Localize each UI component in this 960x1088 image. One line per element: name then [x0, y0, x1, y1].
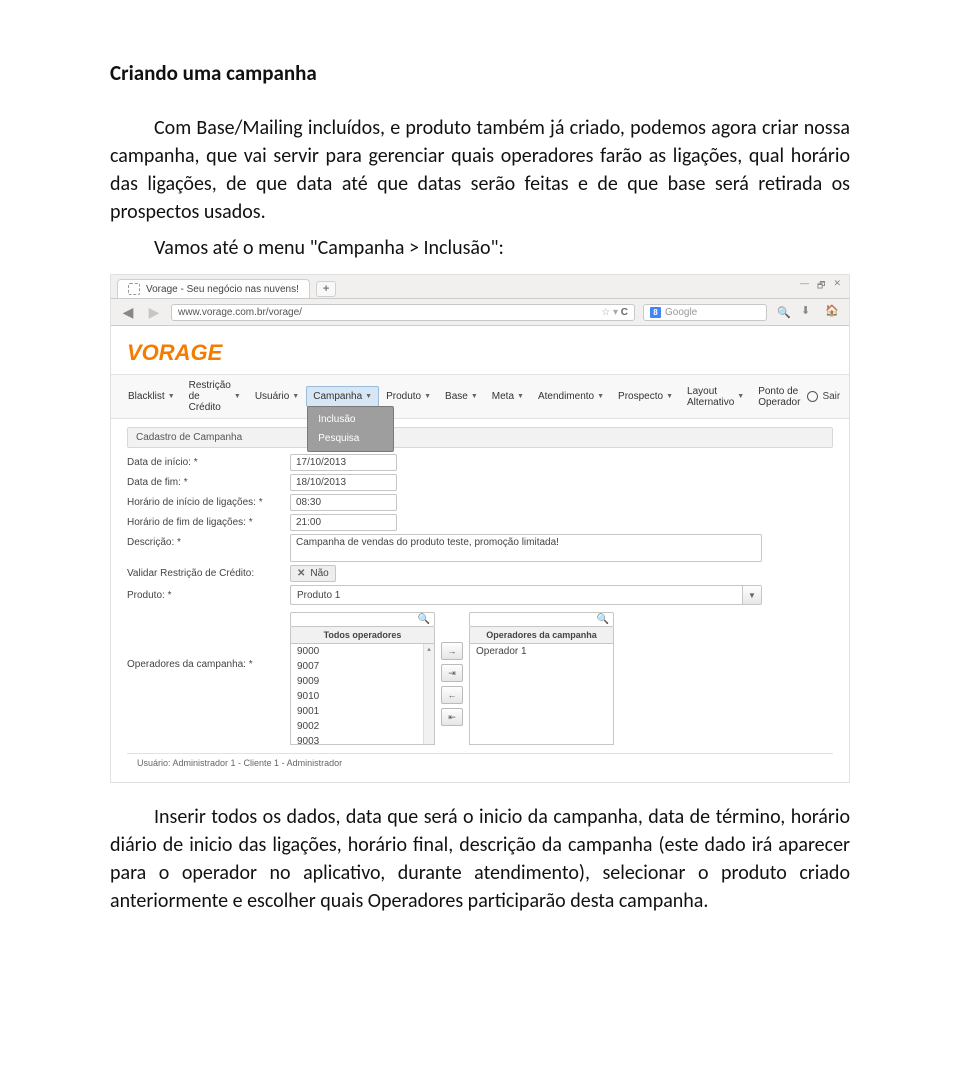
list-item[interactable]: 9002: [291, 719, 434, 734]
label-h-fim: Horário de fim de ligações: *: [127, 517, 282, 528]
menu-base[interactable]: Base▼: [438, 386, 485, 407]
submenu-inclusao[interactable]: Inclusão: [308, 410, 393, 429]
menu-layout[interactable]: Layout Alternativo▼: [680, 381, 751, 413]
search-box[interactable]: 8 Google: [643, 304, 767, 321]
browser-urlbar: ◀ ▶ www.vorage.com.br/vorage/ ☆ ▾ C 8 Go…: [111, 299, 849, 326]
menu-usuario[interactable]: Usuário▼: [248, 386, 306, 407]
address-bar[interactable]: www.vorage.com.br/vorage/ ☆ ▾ C: [171, 304, 635, 321]
search-icon[interactable]: 🔍: [775, 303, 793, 321]
list-item[interactable]: 9009: [291, 674, 434, 689]
menu-ponto[interactable]: Ponto de Operador: [751, 381, 807, 413]
label-operadores: Operadores da campanha: *: [127, 656, 282, 670]
label-produto: Produto: *: [127, 590, 282, 601]
input-data-fim[interactable]: 18/10/2013: [290, 474, 397, 491]
move-all-left-button[interactable]: ⇤: [441, 708, 463, 726]
menu-produto[interactable]: Produto▼: [379, 386, 438, 407]
menu-prospecto[interactable]: Prospecto▼: [611, 386, 680, 407]
page-icon: [128, 283, 140, 295]
new-tab-button[interactable]: +: [316, 281, 336, 297]
x-icon: ✕: [297, 568, 305, 579]
label-inicio: Data de início: *: [127, 457, 282, 468]
submenu-pesquisa[interactable]: Pesquisa: [308, 429, 393, 448]
back-icon[interactable]: ◀: [119, 303, 137, 321]
submenu-campanha: Inclusão Pesquisa: [307, 406, 394, 452]
scrollbar[interactable]: ▴: [423, 644, 434, 744]
app-logo: VORAGE: [111, 326, 849, 374]
sel-ops-header: Operadores da campanha: [469, 627, 614, 644]
move-right-button[interactable]: →: [441, 642, 463, 660]
list-all-operadores: 🔍 Todos operadores 9000 9007 9009 9010 9…: [290, 612, 435, 745]
forward-icon[interactable]: ▶: [145, 303, 163, 321]
input-data-inicio[interactable]: 17/10/2013: [290, 454, 397, 471]
search-icon: 🔍: [597, 614, 609, 625]
list-item[interactable]: 9003: [291, 734, 434, 745]
menu-sair[interactable]: Sair: [807, 391, 840, 402]
list-item[interactable]: 9010: [291, 689, 434, 704]
form-panel: Cadastro de Campanha Data de início: * 17…: [111, 419, 849, 782]
google-icon: 8: [650, 307, 661, 318]
status-bar: Usuário: Administrador 1 - Cliente 1 - A…: [127, 753, 833, 772]
label-descricao: Descrição: *: [127, 534, 282, 548]
search-all-ops[interactable]: 🔍: [290, 612, 435, 627]
menu-blacklist[interactable]: Blacklist▼: [121, 386, 182, 407]
download-icon[interactable]: ⬇: [801, 304, 817, 320]
paragraph-2: Vamos até o menu "Campanha > Inclusão":: [110, 234, 850, 262]
browser-tabbar: Vorage - Seu negócio nas nuvens! + — 🗗 ✕: [111, 275, 849, 299]
minimize-icon[interactable]: —: [800, 278, 809, 294]
power-icon: [807, 391, 818, 402]
paragraph-3: Inserir todos os dados, data que será o …: [110, 803, 850, 915]
tab-title: Vorage - Seu negócio nas nuvens!: [146, 284, 299, 295]
url-text: www.vorage.com.br/vorage/: [178, 307, 302, 318]
browser-tab[interactable]: Vorage - Seu negócio nas nuvens!: [117, 279, 310, 298]
input-horario-fim[interactable]: 21:00: [290, 514, 397, 531]
home-icon[interactable]: 🏠: [825, 304, 841, 320]
list-item[interactable]: 9000: [291, 644, 434, 659]
browser-screenshot: Vorage - Seu negócio nas nuvens! + — 🗗 ✕…: [110, 274, 850, 783]
list-selected-operadores: 🔍 Operadores da campanha Operador 1: [469, 612, 614, 745]
all-ops-header: Todos operadores: [290, 627, 435, 644]
toggle-restricao[interactable]: ✕Não: [290, 565, 336, 582]
label-h-inicio: Horário de início de ligações: *: [127, 497, 282, 508]
move-left-button[interactable]: ←: [441, 686, 463, 704]
label-restricao: Validar Restrição de Crédito:: [127, 568, 282, 579]
logo-text: VORAGE: [127, 340, 222, 365]
page-title: Criando uma campanha: [110, 60, 850, 86]
search-placeholder: Google: [665, 307, 697, 318]
menu-atendimento[interactable]: Atendimento▼: [531, 386, 611, 407]
input-descricao[interactable]: Campanha de vendas do produto teste, pro…: [290, 534, 762, 562]
paragraph-1: Com Base/Mailing incluídos, e produto ta…: [110, 114, 850, 226]
search-icon: 🔍: [418, 614, 430, 625]
combo-produto[interactable]: Produto 1▼: [290, 585, 762, 605]
list-item[interactable]: Operador 1: [470, 644, 613, 659]
list-item[interactable]: 9007: [291, 659, 434, 674]
search-sel-ops[interactable]: 🔍: [469, 612, 614, 627]
restore-icon[interactable]: 🗗: [817, 278, 825, 294]
menu-restricao[interactable]: Restrição de Crédito▼: [182, 375, 248, 418]
app-menubar: Blacklist▼ Restrição de Crédito▼ Usuário…: [111, 374, 849, 419]
move-all-right-button[interactable]: ⇥: [441, 664, 463, 682]
chevron-down-icon[interactable]: ▼: [742, 586, 761, 604]
input-horario-inicio[interactable]: 08:30: [290, 494, 397, 511]
label-fim: Data de fim: *: [127, 477, 282, 488]
menu-campanha[interactable]: Campanha▼ Inclusão Pesquisa: [306, 386, 379, 407]
list-item[interactable]: 9001: [291, 704, 434, 719]
panel-title: Cadastro de Campanha: [127, 427, 833, 448]
menu-meta[interactable]: Meta▼: [485, 386, 531, 407]
close-icon[interactable]: ✕: [833, 278, 841, 294]
